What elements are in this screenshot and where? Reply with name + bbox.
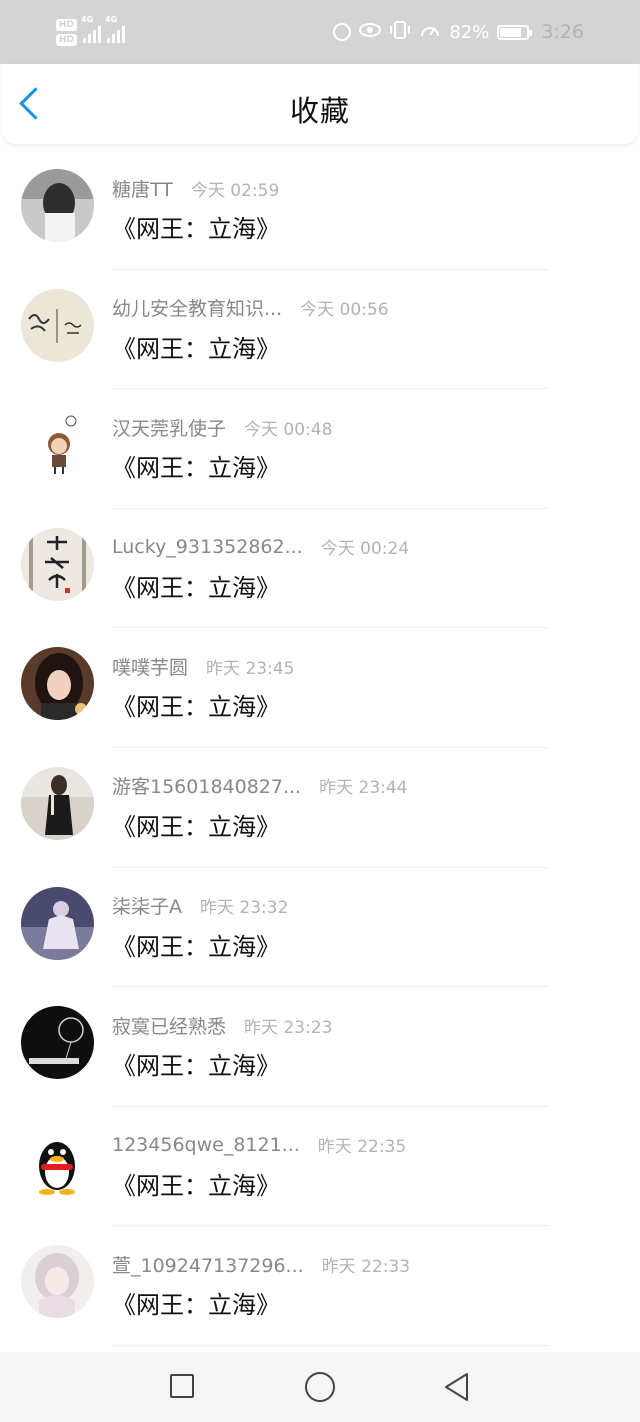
- timestamp: 昨天 23:23: [244, 1017, 333, 1038]
- hd-badge: HD: [56, 18, 78, 31]
- avatar[interactable]: [21, 1245, 94, 1319]
- favorite-text: 《网王：立海》: [112, 573, 280, 602]
- item-meta: 噗噗芋圆 昨天 23:45: [112, 653, 294, 679]
- battery-icon: [497, 24, 533, 40]
- favorite-text: 《网王：立海》: [112, 1171, 280, 1200]
- list-item[interactable]: 柒柒子A 昨天 23:32 《网王：立海》: [0, 868, 640, 988]
- signal-group: HD HD 4G 4G: [56, 12, 126, 52]
- list-item[interactable]: 123456qwe_8121... 昨天 22:35 《网王：立海》: [0, 1107, 640, 1227]
- favorite-text: 《网王：立海》: [112, 932, 280, 961]
- user-name[interactable]: 游客15601840827...: [112, 772, 301, 799]
- user-name[interactable]: 汉天莞乳使子: [112, 414, 226, 441]
- avatar[interactable]: [21, 766, 94, 840]
- signal-icon: 4G: [81, 15, 102, 43]
- user-name[interactable]: Lucky_931352862...: [112, 536, 303, 558]
- avatar[interactable]: [21, 1125, 94, 1199]
- item-meta: 汉天莞乳使子 今天 00:48: [112, 414, 332, 440]
- timestamp: 昨天 23:44: [319, 778, 408, 799]
- user-name[interactable]: 柒柒子A: [112, 892, 182, 919]
- list-item[interactable]: 噗噗芋圆 昨天 23:45 《网王：立海》: [0, 628, 640, 748]
- user-name[interactable]: 寂寞已经熟悉: [112, 1012, 226, 1039]
- timestamp: 昨天 22:33: [321, 1256, 411, 1277]
- list-item[interactable]: Lucky_931352862... 今天 00:24 《网王：立海》: [0, 509, 640, 629]
- item-meta: 寂寞已经熟悉 昨天 23:23: [112, 1012, 332, 1038]
- item-meta: 123456qwe_8121... 昨天 22:35: [112, 1132, 406, 1158]
- list-item[interactable]: 寂寞已经熟悉 昨天 23:23 《网王：立海》: [0, 987, 640, 1107]
- avatar[interactable]: [21, 288, 94, 362]
- signal-icon: 4G: [105, 15, 126, 43]
- user-name[interactable]: 萱_109247137296...: [112, 1251, 304, 1278]
- status-bar: HD HD 4G 4G 82% 3:26: [0, 0, 640, 64]
- item-meta: 糖唐TT 今天 02:59: [112, 175, 279, 201]
- recent-apps-icon[interactable]: [170, 1374, 194, 1398]
- user-name[interactable]: 噗噗芋圆: [112, 653, 188, 680]
- item-meta: 幼儿安全教育知识... 今天 00:56: [112, 295, 389, 321]
- timestamp: 今天 00:48: [244, 419, 333, 440]
- item-meta: 萱_109247137296... 昨天 22:33: [112, 1251, 410, 1277]
- divider: [112, 1344, 548, 1346]
- avatar[interactable]: [21, 647, 94, 721]
- timestamp: 今天 02:59: [190, 180, 280, 201]
- hd-badge: HD: [56, 33, 78, 46]
- app-header: 收藏: [2, 64, 638, 144]
- back-icon[interactable]: [441, 1371, 471, 1403]
- item-meta: 游客15601840827... 昨天 23:44: [112, 773, 408, 799]
- avatar[interactable]: [21, 886, 94, 960]
- list-item[interactable]: 萱_109247137296... 昨天 22:33 《网王：立海》: [0, 1226, 640, 1346]
- avatar[interactable]: [21, 527, 94, 601]
- user-name[interactable]: 幼儿安全教育知识...: [112, 294, 282, 321]
- favorite-text: 《网王：立海》: [112, 454, 280, 483]
- list-item[interactable]: 游客15601840827... 昨天 23:44 《网王：立海》: [0, 748, 640, 868]
- favorite-text: 《网王：立海》: [112, 693, 280, 722]
- favorites-list: 糖唐TT 今天 02:59 《网王：立海》 幼儿安全教育知识... 今天 00:…: [0, 150, 640, 1346]
- status-icons: 82% 3:26: [333, 14, 584, 50]
- item-meta: 柒柒子A 昨天 23:32: [112, 893, 288, 919]
- favorite-text: 《网王：立海》: [112, 812, 280, 841]
- eye-icon: [359, 22, 382, 43]
- system-nav-bar: [0, 1352, 640, 1422]
- home-icon[interactable]: [305, 1372, 335, 1402]
- favorite-text: 《网王：立海》: [112, 1052, 280, 1081]
- avatar[interactable]: [21, 408, 94, 482]
- timestamp: 昨天 23:45: [206, 658, 295, 679]
- list-item[interactable]: 幼儿安全教育知识... 今天 00:56 《网王：立海》: [0, 270, 640, 390]
- list-item[interactable]: 汉天莞乳使子 今天 00:48 《网王：立海》: [0, 389, 640, 509]
- speed-icon: [419, 20, 441, 45]
- timestamp: 昨天 22:35: [317, 1137, 407, 1158]
- battery-percent: 82%: [449, 21, 490, 43]
- user-name[interactable]: 123456qwe_8121...: [112, 1134, 300, 1156]
- clock: 3:26: [541, 21, 584, 43]
- timestamp: 今天 00:56: [300, 300, 389, 321]
- list-item[interactable]: 糖唐TT 今天 02:59 《网王：立海》: [0, 150, 640, 270]
- nfc-icon: [333, 23, 352, 41]
- page-title: 收藏: [289, 94, 350, 128]
- item-meta: Lucky_931352862... 今天 00:24: [112, 534, 409, 560]
- user-name[interactable]: 糖唐TT: [112, 175, 173, 202]
- avatar[interactable]: [21, 169, 94, 242]
- favorite-text: 《网王：立海》: [112, 1291, 280, 1320]
- favorite-text: 《网王：立海》: [112, 334, 280, 363]
- avatar[interactable]: [21, 1006, 94, 1080]
- timestamp: 今天 00:24: [320, 539, 410, 560]
- timestamp: 昨天 23:32: [200, 898, 289, 919]
- favorite-text: 《网王：立海》: [112, 215, 280, 243]
- vibrate-icon: [389, 20, 411, 45]
